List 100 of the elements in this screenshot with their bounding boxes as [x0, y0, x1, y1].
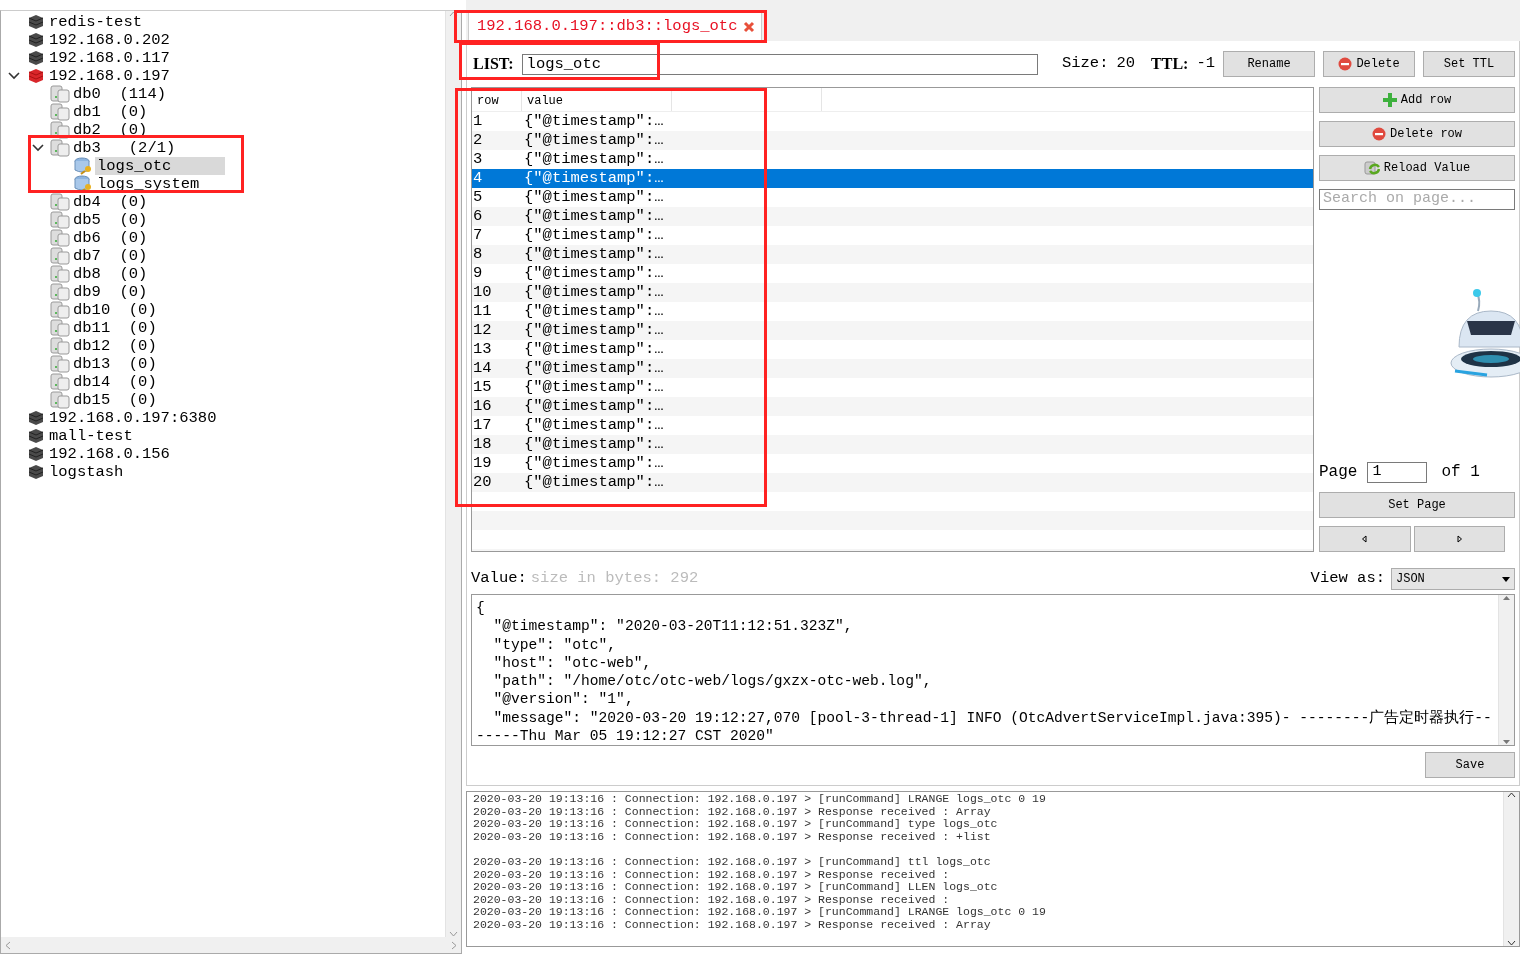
table-row[interactable]: 1 {"@timestamp":…	[472, 112, 1313, 131]
search-field[interactable]: Search on page...	[1319, 189, 1515, 210]
reload-button[interactable]: Reload Value	[1319, 155, 1515, 181]
row-number: 11	[472, 302, 493, 321]
save-button[interactable]: Save	[1425, 752, 1515, 778]
table-cell-text: {"@timestamp":…	[523, 321, 665, 340]
database-icon	[50, 247, 70, 265]
delete-row-button[interactable]: Delete row	[1319, 121, 1515, 147]
column-header[interactable]: row	[472, 88, 522, 111]
tree-item[interactable]: 192.168.0.156	[47, 445, 172, 463]
row-number: 1	[472, 112, 484, 131]
tree-item[interactable]: mall-test	[47, 427, 135, 445]
tree-item[interactable]: logs_otc	[95, 157, 225, 175]
table-row[interactable]: 13 {"@timestamp":…	[472, 340, 1313, 359]
log-line: 2020-03-20 19:13:16 : Connection: 192.168.0.197 > [runCommand] ttl logs_otc	[473, 855, 992, 869]
scrollbar[interactable]	[1503, 792, 1519, 946]
table-row[interactable]: 11 {"@timestamp":…	[472, 302, 1313, 321]
tree-item[interactable]: 192.168.0.197	[47, 67, 172, 85]
next-icon	[1455, 535, 1463, 543]
scrollbar[interactable]	[1498, 595, 1514, 745]
log-line: 2020-03-20 19:13:16 : Connection: 192.168.0.197 > [runCommand] type logs_otc	[473, 818, 999, 831]
tree-item[interactable]: db8 (0)	[71, 265, 150, 283]
value-editor[interactable]	[471, 594, 1515, 746]
table-row[interactable]: 15 {"@timestamp":…	[472, 378, 1313, 397]
row-number: 9	[472, 264, 484, 283]
table-cell-text: {"@timestamp":…	[523, 150, 665, 169]
scroll-right-icon[interactable]	[451, 940, 457, 950]
scroll-down-icon[interactable]	[1507, 940, 1516, 946]
tree-item[interactable]: db10 (0)	[71, 301, 159, 319]
tree-item[interactable]: db14 (0)	[71, 373, 159, 391]
scroll-down-icon[interactable]	[1502, 739, 1511, 745]
database-icon	[50, 103, 70, 121]
table-row[interactable]: 7 {"@timestamp":…	[472, 226, 1313, 245]
ttl-value: -1	[1196, 53, 1215, 75]
view-as-label: View as:	[1310, 568, 1385, 590]
database-icon	[50, 193, 70, 211]
view-as-dropdown[interactable]: JSON	[1391, 568, 1515, 590]
row-number: 13	[472, 340, 493, 359]
delete-button[interactable]: Delete	[1323, 51, 1415, 77]
key-action-button[interactable]: Rename	[1223, 51, 1315, 77]
tree-item[interactable]: db0 (114)	[71, 85, 168, 103]
code-line: "host": "otc-web",	[492, 653, 653, 673]
tree-item[interactable]: logs_system	[95, 175, 202, 193]
caret-icon[interactable]	[8, 72, 20, 80]
tree-item[interactable]: db9 (0)	[71, 283, 150, 301]
page-field[interactable]: 1	[1367, 461, 1428, 483]
row-number: 15	[472, 378, 493, 397]
value-size: size in bytes: 292	[530, 568, 699, 590]
tree-item[interactable]: db15 (0)	[71, 391, 159, 409]
database-icon	[50, 301, 70, 319]
database-icon	[50, 85, 70, 103]
tree-item[interactable]: 192.168.0.197:6380	[47, 409, 219, 427]
table-row[interactable]: 4 {"@timestamp":…	[472, 169, 1313, 188]
set-page-button[interactable]: Set Page	[1319, 492, 1515, 518]
log-line: 2020-03-20 19:13:16 : Connection: 192.168.0.197 > [runCommand] LRANGE logs_otc 0 19	[473, 906, 1047, 919]
tree-item[interactable]: logstash	[47, 463, 126, 481]
key-name-field[interactable]: logs_otc	[521, 53, 1038, 75]
scrollbar[interactable]	[1, 937, 461, 953]
tree-item[interactable]: db5 (0)	[71, 211, 150, 229]
column-header[interactable]: value	[522, 88, 672, 111]
close-icon[interactable]	[743, 21, 756, 33]
row-number: 20	[472, 473, 493, 492]
refresh-icon	[1363, 160, 1380, 176]
key-action-button[interactable]: Set TTL	[1423, 51, 1515, 77]
tree-item[interactable]: db1 (0)	[71, 103, 150, 121]
table-row[interactable]: 19 {"@timestamp":…	[472, 454, 1313, 473]
row-number: 3	[472, 150, 484, 169]
tree-item[interactable]: 192.168.0.202	[47, 31, 172, 49]
row-number: 10	[472, 283, 493, 302]
database-icon	[50, 391, 70, 409]
minus-icon	[1372, 127, 1386, 141]
caret-icon[interactable]	[32, 144, 44, 152]
table-row[interactable]: 17 {"@timestamp":…	[472, 416, 1313, 435]
table-row[interactable]: 3 {"@timestamp":…	[472, 150, 1313, 169]
tree-item[interactable]: 192.168.0.117	[47, 49, 172, 67]
row-number: 2	[472, 131, 484, 150]
tree-item[interactable]: db13 (0)	[71, 355, 159, 373]
log-line: 2020-03-20 19:13:16 : Connection: 192.168.0.197 > Response received :	[473, 893, 951, 907]
table-cell-text: {"@timestamp":…	[523, 264, 665, 283]
tree-item[interactable]: db11 (0)	[71, 319, 159, 337]
database-icon	[50, 139, 70, 157]
tree-item[interactable]: db4 (0)	[71, 193, 150, 211]
log-line: 2020-03-20 19:13:16 : Connection: 192.168.0.197 > Response received : Array	[473, 805, 992, 819]
tree-item[interactable]: redis-test	[47, 13, 144, 31]
add-row-button[interactable]: Add row	[1319, 87, 1515, 113]
table-cell-text: {"@timestamp":…	[523, 397, 665, 416]
table-row[interactable]: 5 {"@timestamp":…	[472, 188, 1313, 207]
tree-item[interactable]: db3 (2/1)	[71, 139, 178, 157]
database-icon	[50, 121, 70, 139]
tree-item[interactable]: db6 (0)	[71, 229, 150, 247]
scroll-up-icon[interactable]	[1507, 792, 1516, 798]
tree-item[interactable]: db12 (0)	[71, 337, 159, 355]
table-row[interactable]: 9 {"@timestamp":…	[472, 264, 1313, 283]
code-line: "@timestamp": "2020-03-20T11:12:51.323Z",	[492, 617, 854, 636]
tree-item[interactable]: db7 (0)	[71, 247, 150, 265]
row-number: 17	[472, 416, 493, 435]
log-line: 2020-03-20 19:13:16 : Connection: 192.168.0.197 > Response received :	[473, 868, 951, 882]
scroll-up-icon[interactable]	[1502, 595, 1511, 601]
size-value: 20	[1116, 53, 1136, 75]
scroll-left-icon[interactable]	[5, 940, 11, 950]
